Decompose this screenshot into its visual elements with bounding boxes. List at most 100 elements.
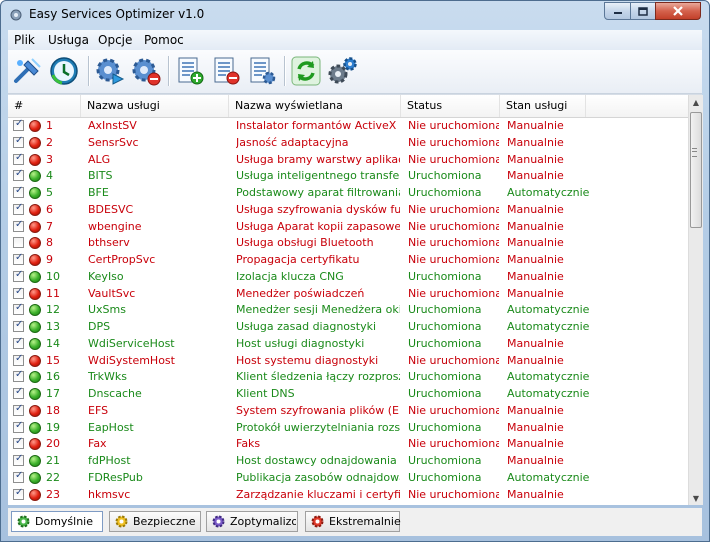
tab-domyslnie[interactable]: Domyślnie (11, 511, 103, 532)
column-header-status[interactable]: Status (401, 95, 500, 117)
row-startup: Automatycznie (507, 303, 590, 317)
table-row[interactable]: ✓ 2 SensrSvc Jasność adaptacyjna Nie uruchom… (8, 135, 688, 152)
row-checkbox[interactable]: ✓ (13, 487, 24, 500)
table-row[interactable]: ✓ 16 TrkWks Klient śledzenia łączy rozprosz… (8, 369, 688, 386)
scroll-down-icon[interactable]: ▼ (689, 491, 703, 505)
row-number: 16 (46, 370, 60, 384)
row-number: 18 (46, 403, 60, 417)
row-checkbox[interactable]: ✓ (13, 335, 24, 349)
row-checkbox[interactable]: ✓ (13, 285, 24, 299)
menu-plik[interactable]: Plik (14, 33, 35, 47)
row-checkbox[interactable]: ✓ (13, 469, 24, 483)
title-bar[interactable]: Easy Services Optimizer v1.0 (1, 1, 709, 29)
row-display-name: Zarządzanie kluczami i certyfika... (236, 487, 400, 501)
doc-remove-icon[interactable] (210, 55, 242, 87)
row-checkbox[interactable]: ✓ (13, 219, 24, 232)
row-status: Nie uruchomiona (408, 253, 499, 266)
refresh-icon[interactable] (290, 55, 322, 87)
scroll-thumb[interactable] (690, 112, 702, 228)
status-dot-icon (29, 321, 41, 333)
table-row[interactable]: 8 bthserv Usługa obsługi Bluetooth Nie uruc… (8, 235, 688, 252)
row-number: 19 (46, 420, 60, 434)
row-checkbox[interactable]: ✓ (13, 269, 24, 282)
check-icon: ✓ (15, 335, 24, 347)
status-dot-icon (29, 153, 41, 166)
row-startup: Automatycznie (507, 186, 590, 199)
row-checkbox[interactable]: ✓ (13, 353, 24, 366)
toolbar (8, 50, 702, 94)
tab-zoptymalizowane[interactable]: Zoptymalizow (206, 511, 298, 532)
table-row[interactable]: ✓ 21 fdPHost Host dostawcy odnajdowania f..… (8, 453, 688, 470)
app-gear-icon (10, 9, 22, 21)
row-checkbox[interactable]: ✓ (13, 386, 24, 399)
close-button[interactable] (655, 2, 701, 20)
row-checkbox[interactable]: ✓ (13, 252, 24, 265)
table-row[interactable]: ✓ 1 AxInstSV Instalator formantów ActiveX (… (8, 118, 688, 135)
row-checkbox[interactable]: ✓ (13, 402, 24, 416)
table-row[interactable]: ✓ 22 FDResPub Publikacja zasobów odnajdowa.… (8, 470, 688, 487)
row-checkbox[interactable]: ✓ (13, 118, 24, 131)
table-row[interactable]: ✓ 12 UxSms Menedżer sesji Menedżera okie...… (8, 302, 688, 319)
row-checkbox[interactable]: ✓ (13, 185, 24, 198)
column-header-service-name[interactable]: Nazwa usługi (81, 95, 229, 117)
clock-refresh-icon[interactable] (48, 55, 80, 87)
row-checkbox[interactable]: ✓ (13, 453, 24, 466)
row-checkbox[interactable] (13, 237, 24, 249)
table-row[interactable]: ✓ 11 VaultSvc Menedżer poświadczeń Nie uruch… (8, 286, 688, 303)
table-row[interactable]: ✓ 19 EapHost Protokół uwierzytelniania rozs… (8, 420, 688, 437)
table-row[interactable]: ✓ 14 WdiServiceHost Host usługi diagnostyki… (8, 336, 688, 353)
gear-play-icon[interactable] (94, 55, 126, 87)
vertical-scrollbar[interactable]: ▲ ▼ (688, 95, 703, 505)
row-checkbox[interactable]: ✓ (13, 420, 24, 433)
table-row[interactable]: ✓ 10 KeyIso Izolacja klucza CNG Uruchomiona M… (8, 269, 688, 286)
table-row[interactable]: ✓ 20 Fax Faks Nie uruchomiona Manualnie (8, 436, 688, 453)
scroll-up-icon[interactable]: ▲ (689, 95, 703, 109)
table-row[interactable]: ✓ 13 DPS Usługa zasad diagnostyki Uruchomion… (8, 319, 688, 336)
table-row[interactable]: ✓ 4 BITS Usługa inteligentnego transfer... U… (8, 168, 688, 185)
doc-settings-icon[interactable] (246, 55, 278, 87)
row-number: 12 (46, 303, 60, 317)
row-checkbox[interactable]: ✓ (13, 369, 24, 383)
table-row[interactable]: ✓ 3 ALG Usługa bramy warstwy aplikacji Nie u… (8, 152, 688, 169)
table-row[interactable]: ✓ 9 CertPropSvc Propagacja certyfikatu Nie u… (8, 252, 688, 269)
row-checkbox[interactable]: ✓ (13, 319, 24, 332)
row-checkbox[interactable]: ✓ (13, 152, 24, 165)
column-header-startup[interactable]: Stan usługi (500, 95, 586, 117)
menu-opcje[interactable]: Opcje (98, 33, 132, 47)
list-rows: ✓ 1 AxInstSV Instalator formantów ActiveX (… (8, 118, 688, 503)
check-icon: ✓ (15, 402, 24, 414)
column-header-display-name[interactable]: Nazwa wyświetlana (229, 95, 401, 117)
table-row[interactable]: ✓ 15 WdiSystemHost Host systemu diagnostyki… (8, 353, 688, 370)
doc-add-icon[interactable] (174, 55, 206, 87)
table-row[interactable]: ✓ 5 BFE Podstawowy aparat filtrowania Urucho… (8, 185, 688, 202)
cleanup-tool-icon[interactable] (12, 55, 44, 87)
maximize-button[interactable] (630, 2, 656, 20)
settings-gears-icon[interactable] (326, 55, 358, 87)
row-checkbox[interactable]: ✓ (13, 202, 24, 215)
row-display-name: Klient śledzenia łączy rozprosz... (236, 370, 400, 384)
minimize-button[interactable] (604, 2, 631, 20)
column-header-number[interactable]: # (8, 95, 81, 117)
menu-usluga[interactable]: Usługa (48, 33, 89, 47)
table-row[interactable]: ✓ 17 Dnscache Klient DNS Uruchomiona Automaty… (8, 386, 688, 403)
table-row[interactable]: ✓ 18 EFS System szyfrowania plików (EFS) Nie… (8, 403, 688, 420)
row-checkbox[interactable]: ✓ (13, 135, 24, 148)
row-checkbox[interactable]: ✓ (13, 302, 24, 316)
row-number: 14 (46, 336, 60, 350)
row-startup: Manualnie (507, 286, 564, 300)
row-status: Uruchomiona (408, 387, 482, 400)
row-status: Nie uruchomiona (408, 119, 499, 132)
table-row[interactable]: ✓ 23 hkmsvc Zarządzanie kluczami i certyfik… (8, 487, 688, 504)
gear-stop-icon[interactable] (130, 55, 162, 87)
tab-bezpieczne[interactable]: Bezpieczne (109, 511, 201, 532)
check-icon: ✓ (15, 285, 24, 297)
menu-pomoc[interactable]: Pomoc (144, 33, 184, 47)
table-row[interactable]: ✓ 7 wbengine Usługa Aparat kopii zapasowej … (8, 219, 688, 236)
row-checkbox[interactable]: ✓ (13, 436, 24, 450)
row-checkbox[interactable]: ✓ (13, 168, 24, 182)
table-row[interactable]: ✓ 6 BDESVC Usługa szyfrowania dysków fu... N… (8, 202, 688, 219)
row-service-name: EapHost (88, 420, 134, 434)
check-icon: ✓ (15, 469, 24, 481)
tab-ekstremalnie[interactable]: Ekstremalnie (305, 511, 401, 532)
row-service-name: FDResPub (88, 470, 143, 484)
